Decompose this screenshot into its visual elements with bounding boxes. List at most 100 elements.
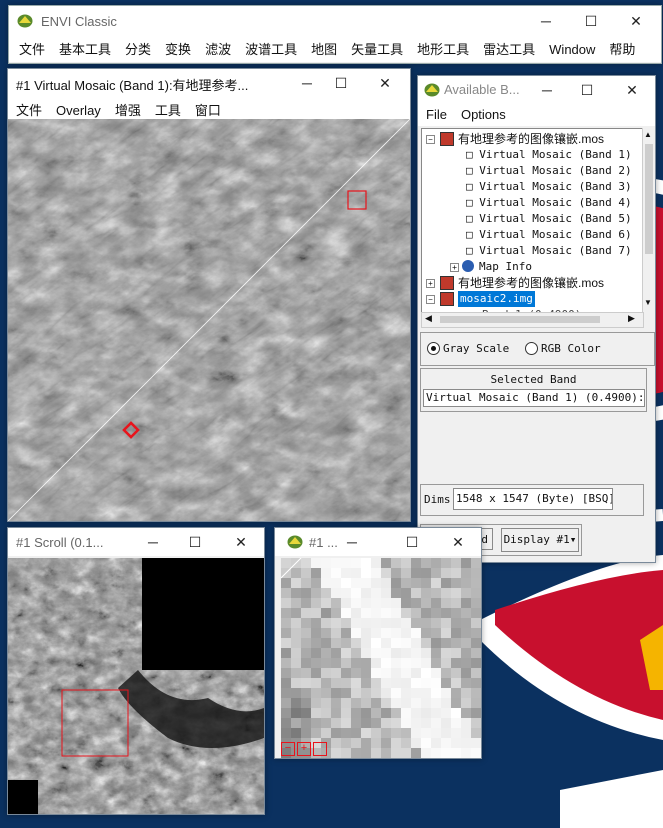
scroll-close-button[interactable]: ✕: [224, 531, 258, 553]
zoom-pixel: [361, 668, 371, 678]
zoom-pixel: [461, 728, 471, 738]
zoom-pixel: [361, 658, 371, 668]
zoom-pixel: [391, 698, 401, 708]
scroll-left-arrow[interactable]: ◀: [425, 313, 432, 324]
menu-help[interactable]: 帮助: [601, 36, 641, 58]
band-tree[interactable]: − 有地理参考的图像镶嵌.mos □ Virtual Mosaic (Band …: [421, 128, 643, 316]
tree-vertical-scrollbar[interactable]: ▲ ▼: [642, 128, 655, 314]
menu-vector[interactable]: 矢量工具: [343, 36, 409, 58]
image-close-button[interactable]: ✕: [368, 72, 402, 94]
band-row[interactable]: □ Virtual Mosaic (Band 6): [466, 227, 632, 243]
zoom-pixel: [361, 688, 371, 698]
scroll-minimize-button[interactable]: ─: [136, 531, 170, 553]
menu-spectral[interactable]: 波谱工具: [237, 36, 303, 58]
zoom-pixel: [431, 658, 441, 668]
zoom-pixel: [451, 678, 461, 688]
band-row[interactable]: □ Virtual Mosaic (Band 7): [466, 243, 632, 259]
zoom-pixel: [471, 618, 481, 628]
band-row[interactable]: □ Virtual Mosaic (Band 5): [466, 211, 632, 227]
gray-scale-radio[interactable]: [427, 342, 440, 355]
image-menu-tools[interactable]: 工具: [147, 97, 187, 119]
zoom-pixel: [341, 688, 351, 698]
image-titlebar: #1 Virtual Mosaic (Band 1):有地理参考... ─ ☐ …: [8, 69, 410, 97]
scroll-maximize-button[interactable]: ☐: [178, 531, 212, 553]
zoom-reset-icon[interactable]: [313, 742, 327, 756]
scroll-right-arrow[interactable]: ▶: [628, 313, 635, 324]
band-row[interactable]: □ Virtual Mosaic (Band 3): [466, 179, 632, 195]
zoom-pixel: [451, 698, 461, 708]
zoom-pixel: [391, 748, 401, 758]
h-scroll-thumb[interactable]: [440, 316, 600, 323]
scroll-down-arrow[interactable]: ▼: [644, 298, 652, 307]
zoom-pixel: [401, 708, 411, 718]
bands-close-button[interactable]: ✕: [615, 79, 649, 101]
scroll-thumb[interactable]: [645, 144, 653, 254]
zoom-pixel-canvas[interactable]: [281, 558, 481, 758]
bands-minimize-button[interactable]: ─: [530, 79, 564, 101]
zoom-pixel: [291, 708, 301, 718]
menu-transform[interactable]: 变换: [157, 36, 197, 58]
band-row[interactable]: □ Virtual Mosaic (Band 1): [466, 147, 632, 163]
scroll-overview-canvas[interactable]: [8, 558, 264, 814]
zoom-minimize-button[interactable]: ─: [335, 531, 369, 553]
menu-classification[interactable]: 分类: [117, 36, 157, 58]
zoom-pixel: [361, 578, 371, 588]
minimize-button[interactable]: ─: [529, 10, 563, 32]
close-button[interactable]: ✕: [619, 10, 653, 32]
menu-filter[interactable]: 滤波: [197, 36, 237, 58]
zoom-pixel: [371, 618, 381, 628]
zoom-pixel: [401, 618, 411, 628]
bands-menu-options[interactable]: Options: [453, 104, 512, 122]
expand-icon[interactable]: +: [450, 263, 459, 272]
collapse-icon[interactable]: −: [426, 295, 435, 304]
zoom-pixel: [301, 718, 311, 728]
rgb-color-label[interactable]: RGB Color: [541, 342, 601, 355]
zoom-pixel: [341, 618, 351, 628]
band-row[interactable]: □ Virtual Mosaic (Band 2): [466, 163, 632, 179]
menu-radar[interactable]: 雷达工具: [475, 36, 541, 58]
image-menu-window[interactable]: 窗口: [187, 97, 227, 119]
zoom-pixel: [471, 708, 481, 718]
zoom-pixel: [431, 668, 441, 678]
tree-horizontal-scrollbar[interactable]: ◀ ▶: [421, 312, 644, 328]
display-dropdown-button[interactable]: Display #1▾: [501, 528, 579, 552]
image-menu-overlay[interactable]: Overlay: [48, 100, 107, 118]
scroll-up-arrow[interactable]: ▲: [644, 130, 652, 139]
menu-map[interactable]: 地图: [303, 36, 343, 58]
bands-maximize-button[interactable]: ☐: [570, 79, 604, 101]
image-maximize-button[interactable]: ☐: [324, 72, 358, 94]
zoom-pixel: [341, 698, 351, 708]
collapse-icon[interactable]: −: [426, 135, 435, 144]
zoom-close-button[interactable]: ✕: [441, 531, 475, 553]
zoom-pixel: [291, 618, 301, 628]
image-menu-enhance[interactable]: 增强: [107, 97, 147, 119]
zoom-pixel: [311, 648, 321, 658]
menu-file[interactable]: 文件: [11, 36, 51, 58]
maximize-button[interactable]: ☐: [574, 10, 608, 32]
menu-basic-tools[interactable]: 基本工具: [51, 36, 117, 58]
zoom-pixel: [301, 608, 311, 618]
zoom-pixel: [471, 568, 481, 578]
zoom-pixel: [441, 568, 451, 578]
expand-icon[interactable]: +: [426, 279, 435, 288]
band-row[interactable]: □ Virtual Mosaic (Band 4): [466, 195, 632, 211]
zoom-in-icon[interactable]: +: [297, 742, 311, 756]
image-menu-file[interactable]: 文件: [8, 97, 48, 119]
bands-menu-file[interactable]: File: [418, 104, 453, 122]
zoom-pixel: [401, 638, 411, 648]
gray-scale-label[interactable]: Gray Scale: [443, 342, 509, 355]
zoom-out-icon[interactable]: −: [281, 742, 295, 756]
zoom-pixel: [351, 688, 361, 698]
zoom-pixel: [341, 708, 351, 718]
zoom-maximize-button[interactable]: ☐: [395, 531, 429, 553]
zoom-pixel: [441, 588, 451, 598]
menu-window[interactable]: Window: [541, 39, 601, 57]
zoom-pixel: [471, 748, 481, 758]
zoom-pixel: [381, 558, 391, 568]
menu-topographic[interactable]: 地形工具: [409, 36, 475, 58]
map-info-row[interactable]: + Map Info: [450, 259, 532, 275]
image-display-canvas[interactable]: [8, 119, 410, 521]
rgb-color-radio[interactable]: [525, 342, 538, 355]
image-minimize-button[interactable]: ─: [290, 72, 324, 94]
zoom-pixel: [401, 718, 411, 728]
